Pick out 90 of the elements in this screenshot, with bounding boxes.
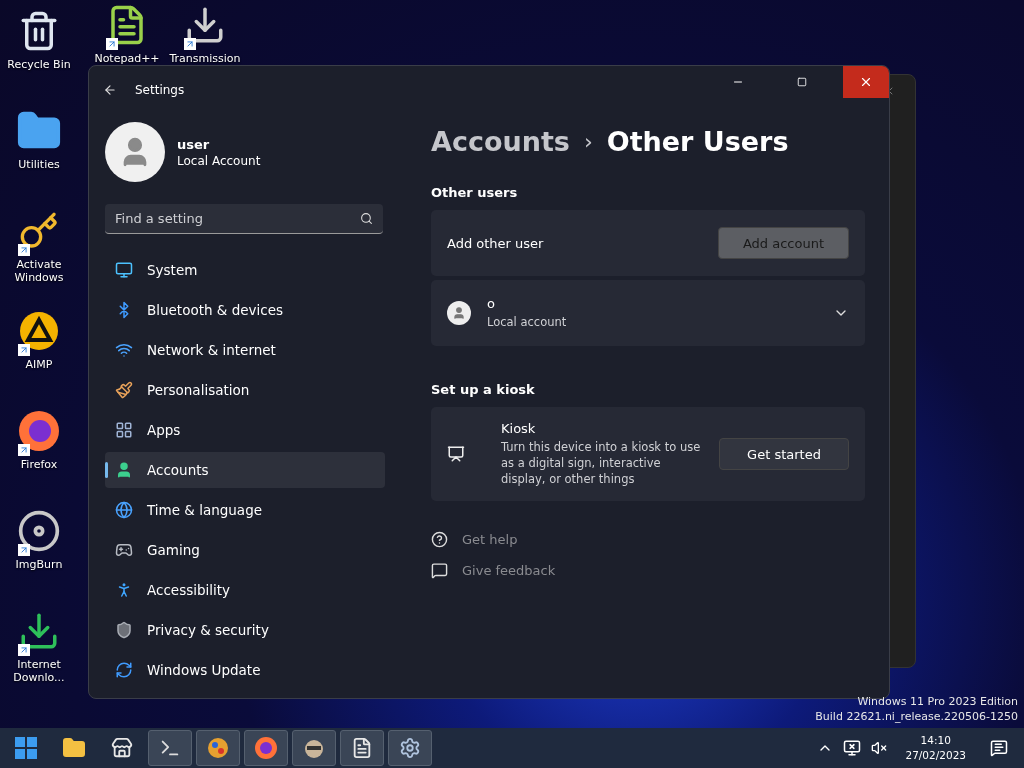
sidebar-label: Privacy & security — [147, 622, 269, 638]
help-link[interactable]: Give feedback — [462, 563, 556, 578]
card-title: Kiosk — [501, 421, 537, 436]
maximize-icon — [797, 77, 807, 87]
sidebar-label: Windows Update — [147, 662, 261, 678]
triangle-logo-icon — [19, 311, 59, 351]
build-text: Build 22621.ni_release.220506-1250 — [815, 709, 1018, 724]
sidebar-item[interactable]: Privacy & security — [105, 612, 385, 648]
person-icon — [115, 461, 133, 479]
notepad-icon — [351, 737, 373, 759]
gamepad-icon — [115, 541, 133, 559]
breadcrumb-separator: › — [583, 129, 593, 154]
sidebar-item[interactable]: Accounts — [105, 452, 385, 488]
sidebar-label: Apps — [147, 422, 181, 438]
sidebar-label: Personalisation — [147, 382, 250, 398]
help-link[interactable]: Get help — [462, 532, 518, 547]
taskbar-button[interactable] — [340, 730, 384, 766]
user-card[interactable]: o Local account — [431, 280, 865, 346]
desktop-icon-label[interactable]: Firefox — [0, 458, 78, 471]
refresh-icon — [115, 661, 133, 679]
store-icon — [111, 737, 133, 759]
paintbrush-icon — [115, 381, 133, 399]
sidebar-label: Gaming — [147, 542, 200, 558]
search-field[interactable]: Find a setting — [105, 204, 383, 234]
taskbar-button[interactable] — [292, 730, 336, 766]
palette-icon — [206, 736, 230, 760]
desktop-icon-label[interactable]: Recycle Bin — [0, 58, 78, 71]
sidebar-label: Time & language — [147, 502, 262, 518]
desktop-icon-label[interactable]: Utilities — [0, 158, 78, 171]
sidebar-item[interactable]: System — [105, 252, 385, 288]
account-type: Local Account — [177, 153, 261, 168]
gear-icon — [399, 737, 421, 759]
disc-icon — [17, 509, 61, 553]
user-name: o — [487, 296, 496, 311]
sidebar-label: Accounts — [147, 462, 209, 478]
sidebar-label: Network & internet — [147, 342, 276, 358]
monitor-icon — [115, 261, 133, 279]
avatar — [447, 301, 471, 325]
sidebar-item[interactable]: Personalisation — [105, 372, 385, 408]
section-heading: Set up a kiosk — [431, 382, 536, 397]
key-icon — [19, 211, 59, 251]
wifi-icon — [115, 341, 133, 359]
get-started-button[interactable]: Get started — [719, 438, 849, 470]
fox-logo-icon — [17, 409, 61, 453]
sidebar-item[interactable]: Accessibility — [105, 572, 385, 608]
taskbar-button[interactable] — [148, 730, 192, 766]
sidebar-label: Accessibility — [147, 582, 231, 598]
help-icon — [431, 531, 448, 548]
selection-indicator — [105, 462, 108, 478]
sidebar-label: System — [147, 262, 198, 278]
page-title: Other Users — [606, 126, 789, 157]
sidebar-item[interactable]: Time & language — [105, 492, 385, 528]
sidebar-item[interactable]: Bluetooth & devices — [105, 292, 385, 328]
sidebar-label: Bluetooth & devices — [147, 302, 284, 318]
notification-icon[interactable] — [990, 739, 1008, 757]
globe-icon — [115, 501, 133, 519]
sidebar-item[interactable]: Windows Update — [105, 652, 385, 688]
account-type: Local account — [487, 314, 568, 330]
folder-icon — [62, 736, 86, 760]
grid-icon — [115, 421, 133, 439]
sidebar-item[interactable]: Apps — [105, 412, 385, 448]
speaker-muted-icon[interactable] — [871, 740, 888, 756]
desktop-icon-label[interactable]: Transmission — [166, 52, 244, 65]
desktop-icon-label[interactable]: Activate Windows — [0, 258, 78, 284]
edition-text: Windows 11 Pro 2023 Edition — [857, 694, 1018, 709]
desktop-icon-label[interactable]: Internet Downlo... — [0, 658, 78, 684]
clock[interactable]: 14:10 27/02/2023 — [905, 733, 966, 763]
close-icon — [859, 75, 873, 89]
desktop-icon-label[interactable]: AIMP — [0, 358, 78, 371]
taskbar-button[interactable] — [388, 730, 432, 766]
breadcrumb-link[interactable]: Accounts — [431, 126, 570, 157]
feedback-icon — [431, 562, 448, 579]
desktop-icon-label[interactable]: Notepad++ — [88, 52, 166, 65]
card-description: Turn this device into a kiosk to use as a digital sign, interactive display, or other things — [501, 439, 702, 487]
network-icon[interactable] — [843, 739, 862, 757]
windows-logo-icon — [15, 737, 37, 759]
card-label: Add other user — [447, 235, 545, 251]
avatar — [105, 122, 165, 182]
sidebar-item[interactable]: Network & internet — [105, 332, 385, 368]
desktop-icon-label[interactable]: ImgBurn — [0, 558, 78, 571]
shield-icon — [115, 621, 133, 639]
window-title: Settings — [135, 83, 186, 97]
profile-name: user — [177, 136, 211, 152]
fox-logo-icon — [254, 736, 278, 760]
sidebar-item[interactable]: Gaming — [105, 532, 385, 568]
clock-date: 27/02/2023 — [905, 748, 966, 763]
kiosk-icon — [447, 445, 465, 463]
section-heading: Other users — [431, 185, 519, 200]
clock-time: 14:10 — [920, 733, 951, 748]
search-icon — [360, 212, 373, 225]
